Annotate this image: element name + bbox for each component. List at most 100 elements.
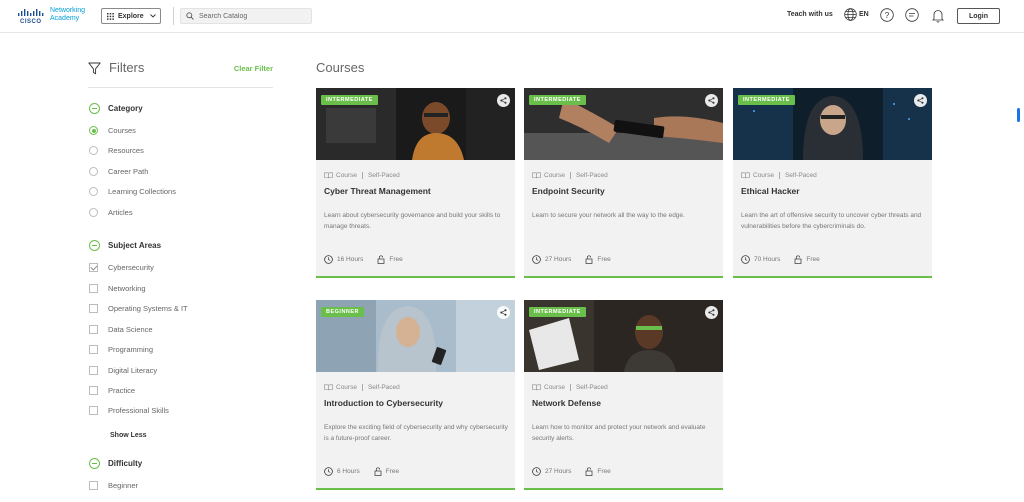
course-title[interactable]: Cyber Threat Management: [324, 186, 431, 196]
lock-open-icon: [374, 467, 382, 476]
grid-icon: [107, 12, 114, 20]
clock-icon: [324, 255, 333, 264]
subject-option-professional-skills[interactable]: Professional Skills: [89, 406, 169, 415]
difficulty-section-toggle[interactable]: Difficulty: [89, 458, 142, 469]
scroll-indicator[interactable]: [1017, 108, 1020, 122]
meta-divider: [569, 384, 571, 391]
radio-button[interactable]: [89, 208, 98, 217]
share-icon: [708, 97, 715, 104]
checkbox[interactable]: [89, 406, 98, 415]
subject-option-networking[interactable]: Networking: [89, 284, 146, 293]
option-label: Professional Skills: [108, 406, 169, 415]
category-heading: Category: [108, 104, 143, 113]
networking-academy-logo[interactable]: CISCO Networking Academy: [18, 6, 90, 28]
course-card-ethical-hacker[interactable]: INTERMEDIATE Course Self-Paced Ethical H…: [733, 88, 932, 278]
lock-open-icon: [586, 255, 593, 264]
subject-areas-heading: Subject Areas: [108, 241, 162, 250]
radio-button[interactable]: [89, 146, 98, 155]
share-button[interactable]: [497, 94, 510, 107]
option-label: Courses: [108, 126, 136, 135]
checkbox[interactable]: [89, 481, 98, 490]
option-label: Networking: [108, 284, 146, 293]
book-icon: [532, 172, 541, 179]
explore-button[interactable]: Explore: [101, 8, 161, 24]
option-label: Cybersecurity: [108, 263, 154, 272]
course-type: Course: [544, 172, 565, 179]
search-input[interactable]: [199, 12, 299, 20]
collapse-icon: [89, 240, 100, 251]
top-nav: CISCO Networking Academy Explore Teach w…: [0, 0, 1024, 33]
lock-open-icon: [795, 255, 802, 264]
subject-option-digital-literacy[interactable]: Digital Literacy: [89, 366, 157, 375]
course-footer: 16 Hours Free: [324, 255, 403, 264]
share-icon: [500, 309, 507, 316]
show-less-link[interactable]: Show Less: [110, 432, 147, 439]
checkbox[interactable]: [89, 263, 98, 272]
course-title[interactable]: Ethical Hacker: [741, 186, 800, 196]
teach-with-us-link[interactable]: Teach with us: [787, 11, 833, 18]
course-card-network-defense[interactable]: INTERMEDIATE Course Self-Paced Network D…: [524, 300, 723, 490]
share-button[interactable]: [497, 306, 510, 319]
radio-button[interactable]: [89, 187, 98, 196]
clear-filter-link[interactable]: Clear Filter: [234, 64, 273, 73]
course-pace: Self-Paced: [784, 172, 817, 179]
level-badge: INTERMEDIATE: [529, 95, 586, 105]
category-option-learning-collections[interactable]: Learning Collections: [89, 187, 176, 196]
course-footer: 6 Hours Free: [324, 467, 399, 476]
course-price: Free: [597, 256, 611, 263]
difficulty-option-beginner[interactable]: Beginner: [89, 481, 138, 490]
course-card-endpoint-security[interactable]: INTERMEDIATE Course Self-Paced Endpoint …: [524, 88, 723, 278]
course-type: Course: [544, 384, 565, 391]
course-card-introduction-to-cybersecurity[interactable]: BEGINNER Course Self-Paced Introduction …: [316, 300, 515, 490]
radio-button[interactable]: [89, 126, 98, 135]
checkbox[interactable]: [89, 366, 98, 375]
course-price: Free: [597, 468, 611, 475]
subject-option-cybersecurity[interactable]: Cybersecurity: [89, 263, 154, 272]
option-label: Beginner: [108, 481, 139, 490]
checkbox[interactable]: [89, 345, 98, 354]
subject-option-programming[interactable]: Programming: [89, 345, 153, 354]
bell-icon[interactable]: [931, 8, 945, 23]
course-title[interactable]: Endpoint Security: [532, 186, 605, 196]
subject-option-operating-systems[interactable]: Operating Systems & IT: [89, 304, 188, 313]
share-button[interactable]: [705, 94, 718, 107]
category-option-resources[interactable]: Resources: [89, 146, 144, 155]
course-footer: 27 Hours Free: [532, 255, 611, 264]
radio-button[interactable]: [89, 167, 98, 176]
course-meta: Course Self-Paced: [532, 384, 608, 391]
course-description: Learn how to monitor and protect your ne…: [532, 424, 706, 442]
course-pace: Self-Paced: [575, 172, 608, 179]
course-card-cyber-threat-management[interactable]: INTERMEDIATE Course Self-Paced Cyber Thr…: [316, 88, 515, 278]
chat-icon[interactable]: [905, 8, 919, 22]
category-option-courses[interactable]: Courses: [89, 126, 136, 135]
clock-icon: [324, 467, 333, 476]
share-button[interactable]: [705, 306, 718, 319]
category-option-articles[interactable]: Articles: [89, 208, 133, 217]
course-description: Explore the exciting field of cybersecur…: [324, 424, 508, 442]
course-meta: Course Self-Paced: [532, 172, 608, 179]
course-type: Course: [336, 384, 357, 391]
login-button[interactable]: Login: [957, 8, 1000, 24]
language-selector[interactable]: EN: [844, 8, 869, 21]
course-duration: 6 Hours: [337, 468, 360, 475]
checkbox[interactable]: [89, 284, 98, 293]
course-price: Free: [389, 256, 403, 263]
subject-areas-section-toggle[interactable]: Subject Areas: [89, 240, 161, 251]
subject-option-practice[interactable]: Practice: [89, 386, 135, 395]
option-label: Operating Systems & IT: [108, 304, 188, 313]
course-title[interactable]: Introduction to Cybersecurity: [324, 398, 443, 408]
checkbox[interactable]: [89, 304, 98, 313]
help-icon[interactable]: ?: [880, 8, 894, 22]
search-box[interactable]: [180, 8, 312, 24]
checkbox[interactable]: [89, 325, 98, 334]
course-title[interactable]: Network Defense: [532, 398, 601, 408]
checkbox[interactable]: [89, 386, 98, 395]
level-badge: INTERMEDIATE: [738, 95, 795, 105]
globe-icon: [844, 8, 857, 21]
course-image: BEGINNER: [316, 300, 515, 372]
subject-option-data-science[interactable]: Data Science: [89, 325, 153, 334]
book-icon: [741, 172, 750, 179]
category-section-toggle[interactable]: Category: [89, 103, 143, 114]
share-button[interactable]: [914, 94, 927, 107]
category-option-career-path[interactable]: Career Path: [89, 167, 148, 176]
